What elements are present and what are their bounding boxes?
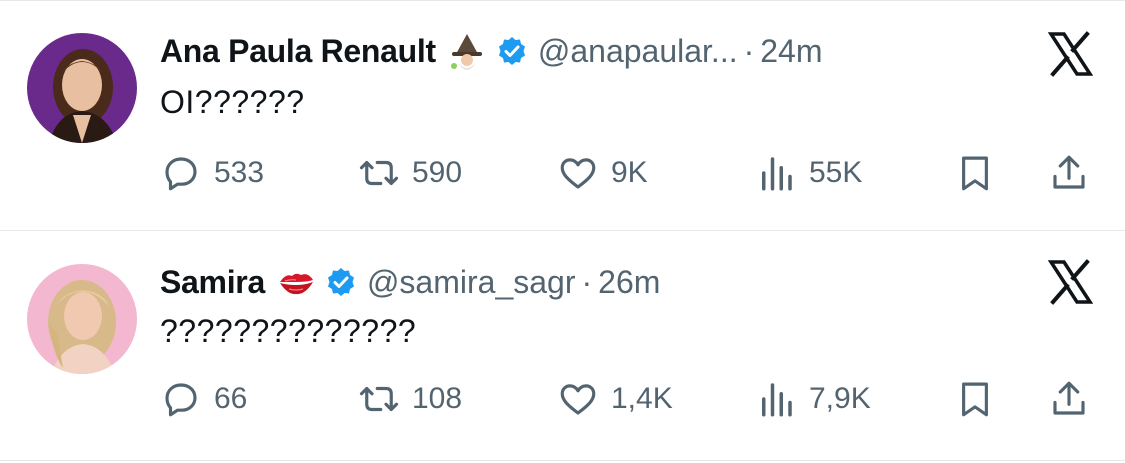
tweet-header: Samira @samira_sagr · 26m [160,261,660,303]
share-icon [1053,381,1085,415]
reply-count: 66 [214,382,248,415]
like-button[interactable]: 1,4K [557,374,673,424]
action-bar: 533 590 9K 55K [0,148,1125,198]
reply-icon [165,383,197,417]
reply-icon [165,157,197,191]
like-count: 1,4K [611,382,673,415]
share-icon [1053,155,1085,189]
display-name[interactable]: Samira [160,264,265,301]
reply-count: 533 [214,156,265,189]
views-button[interactable]: 55K [755,148,862,198]
reply-button[interactable]: 533 [160,148,264,198]
views-icon [762,157,792,191]
retweet-count: 590 [412,156,463,189]
like-button[interactable]: 9K [557,148,648,198]
retweet-count: 108 [412,382,463,415]
bookmark-button[interactable] [954,148,996,198]
mage-emoji [448,32,486,70]
share-button[interactable] [1048,148,1090,198]
bookmark-button[interactable] [954,374,996,424]
views-count: 7,9K [809,382,871,415]
handle[interactable]: @samira_sagr [367,264,576,301]
avatar[interactable] [27,264,137,374]
separator-dot: · [581,263,593,300]
reply-button[interactable]: 66 [160,374,247,424]
like-icon [560,384,596,415]
kiss-mark-emoji [277,263,315,301]
views-count: 55K [809,156,863,189]
share-button[interactable] [1048,374,1090,424]
tweet-card[interactable]: Ana Paula Renault @anapaular... · 24m OI… [0,0,1125,230]
timestamp[interactable]: 26m [598,264,660,301]
retweet-button[interactable]: 590 [358,148,462,198]
views-icon [762,383,792,417]
tweet-header: Ana Paula Renault @anapaular... · 24m [160,30,823,72]
like-icon [560,158,596,189]
tweet-text: OI?????? [160,84,305,120]
tweet-card[interactable]: Samira @samira_sagr · 26m ?????????????? [0,231,1125,463]
views-button[interactable]: 7,9K [755,374,871,424]
separator-dot: · [743,32,755,69]
x-logo-icon[interactable] [1047,31,1093,77]
display-name[interactable]: Ana Paula Renault [160,33,436,70]
verified-badge-icon [325,266,357,298]
avatar[interactable] [27,33,137,143]
tweet-text: ?????????????? [160,313,417,349]
retweet-icon [359,160,399,186]
verified-badge-icon [496,35,528,67]
retweet-button[interactable]: 108 [358,374,462,424]
bottom-divider [0,460,1125,461]
retweet-icon [359,386,399,412]
handle[interactable]: @anapaular... [538,33,738,70]
like-count: 9K [611,156,648,189]
x-logo-icon[interactable] [1047,259,1093,305]
action-bar: 66 108 1,4K 7,9K [0,374,1125,424]
bookmark-icon [962,156,988,191]
timestamp[interactable]: 24m [760,33,822,70]
bookmark-icon [962,382,988,417]
